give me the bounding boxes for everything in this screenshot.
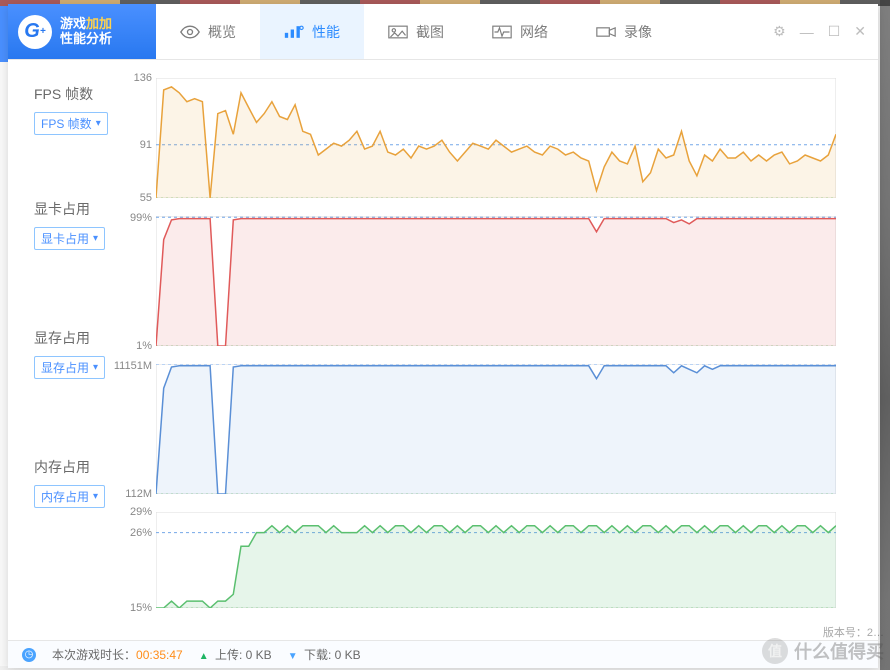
chart-gpu: 99%1%	[156, 216, 850, 346]
metric-fps: FPS 帧数 FPS 帧数	[34, 84, 156, 135]
chart-fps: 1369155	[156, 78, 850, 198]
settings-icon[interactable]: ⚙	[773, 23, 786, 40]
y-tick-label: 1%	[136, 340, 152, 352]
bars-icon	[284, 24, 304, 40]
tabs: 概览 性能 截图 网络 录像	[156, 4, 773, 59]
upload-stat: 上传: 0 KB	[199, 646, 272, 663]
logo-line1a: 游戏	[60, 16, 86, 31]
clock-icon: ◷	[22, 648, 36, 662]
y-tick-label: 136	[134, 72, 152, 84]
pulse-icon	[492, 24, 512, 40]
y-tick-label: 99%	[130, 212, 152, 224]
image-icon	[388, 24, 408, 40]
metric-gpu-select[interactable]: 显卡占用	[34, 227, 105, 250]
y-tick-label: 15%	[130, 602, 152, 614]
tab-overview-label: 概览	[208, 22, 236, 42]
metric-fps-select[interactable]: FPS 帧数	[34, 112, 108, 135]
status-bar: ◷ 本次游戏时长：00:35:47 上传: 0 KB 下载: 0 KB	[8, 640, 878, 668]
tab-network[interactable]: 网络	[468, 4, 572, 59]
header: G+ 游戏加加 性能分析 概览 性能 截图 网络	[8, 4, 878, 60]
logo-line1b: 加加	[86, 16, 112, 31]
chart-vram: 11151M112M	[156, 364, 850, 494]
version-text: 版本号：2…	[823, 624, 884, 640]
metric-sidebar: FPS 帧数 FPS 帧数 显卡占用 显卡占用 显存占用 显存占用 内存占用 内…	[8, 60, 156, 640]
tab-screenshot[interactable]: 截图	[364, 4, 468, 59]
logo-text: 游戏加加 性能分析	[60, 17, 112, 47]
body: FPS 帧数 FPS 帧数 显卡占用 显卡占用 显存占用 显存占用 内存占用 内…	[8, 60, 878, 640]
close-icon[interactable]: ✕	[854, 23, 866, 40]
session-label: 本次游戏时长：00:35:47	[52, 646, 183, 663]
y-tick-label: 112M	[125, 488, 152, 500]
app-window: G+ 游戏加加 性能分析 概览 性能 截图 网络	[8, 4, 878, 668]
download-stat: 下载: 0 KB	[288, 646, 361, 663]
charts-area: 1369155 99%1% 11151M112M 29%26%15%	[156, 60, 878, 640]
metric-mem-select[interactable]: 内存占用	[34, 485, 105, 508]
metric-gpu: 显卡占用 显卡占用	[34, 199, 156, 250]
logo-icon: G+	[18, 15, 52, 49]
metric-mem: 内存占用 内存占用	[34, 457, 156, 508]
y-tick-label: 91	[140, 139, 152, 151]
window-controls: ⚙ — ☐ ✕	[773, 4, 878, 59]
logo-line2: 性能分析	[60, 32, 112, 47]
metric-fps-title: FPS 帧数	[34, 84, 156, 104]
session-time: 00:35:47	[136, 648, 183, 662]
tab-performance[interactable]: 性能	[260, 4, 364, 59]
app-logo: G+ 游戏加加 性能分析	[8, 4, 156, 59]
y-tick-label: 26%	[130, 527, 152, 539]
tab-record-label: 录像	[624, 22, 652, 42]
tab-record[interactable]: 录像	[572, 4, 676, 59]
y-tick-label: 29%	[130, 506, 152, 518]
tab-performance-label: 性能	[312, 22, 340, 42]
metric-vram-select[interactable]: 显存占用	[34, 356, 105, 379]
tab-network-label: 网络	[520, 22, 548, 42]
chart-mem: 29%26%15%	[156, 512, 850, 608]
metric-mem-title: 内存占用	[34, 457, 156, 477]
maximize-icon[interactable]: ☐	[828, 23, 841, 40]
minimize-icon[interactable]: —	[800, 24, 814, 40]
y-tick-label: 55	[140, 192, 152, 204]
camera-icon	[596, 24, 616, 40]
tab-screenshot-label: 截图	[416, 22, 444, 42]
tab-overview[interactable]: 概览	[156, 4, 260, 59]
eye-icon	[180, 24, 200, 40]
y-tick-label: 11151M	[114, 360, 152, 372]
